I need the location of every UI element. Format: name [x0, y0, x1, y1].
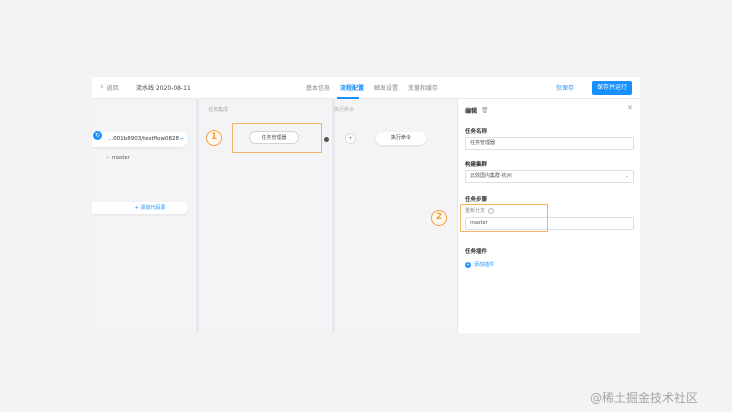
plugins-label: 任务插件 [465, 249, 488, 255]
save-only-button[interactable]: 仅保存 [556, 83, 574, 92]
cluster-label: 构建集群 [465, 162, 488, 168]
pipeline-title: 流水线 2020-08-11 [136, 85, 191, 92]
highlight-box-steps [460, 204, 548, 232]
panel-title: 编辑 [465, 108, 478, 115]
repo-name: ...001b8903/testflow0828 [108, 136, 179, 142]
column-divider [332, 99, 335, 333]
app-window: ‹ 返回 流水线 2020-08-11 基本信息 流程配置 触发设置 变量和缓存… [92, 77, 640, 333]
close-icon[interactable]: ✕ [627, 104, 633, 112]
refresh-icon[interactable]: ↻ [93, 131, 102, 140]
tab-flow-config[interactable]: 流程配置 [340, 83, 364, 92]
chevron-left-icon: ‹ [100, 82, 104, 92]
task-name-input[interactable]: 任务管理器 [465, 137, 634, 150]
branch-icon: ⑂ [106, 155, 110, 161]
step-badge-1: 1 [206, 130, 222, 146]
cluster-value: 云效国内集群-杭州 [470, 173, 512, 179]
cluster-select[interactable]: 云效国内集群-杭州 ⌄ [465, 170, 634, 183]
stage-label-integration: 任务集成 [208, 107, 229, 113]
task-card-exec[interactable]: 执行命令 [376, 132, 426, 145]
add-stage-button[interactable]: + [345, 133, 356, 144]
add-code-source-button[interactable]: + 添加代码源 [92, 202, 188, 214]
pipeline-canvas: 任务集成 执行命令 ...001b8903/testflow0828 ⑂ ↻ ⑂… [92, 99, 457, 333]
task-name-label: 任务名称 [465, 129, 488, 135]
connector-dot [324, 137, 329, 142]
watermark: @稀土掘金技术社区 [590, 391, 699, 405]
save-and-run-button[interactable]: 保存并运行 [592, 81, 632, 95]
chevron-down-icon: ⌄ [624, 173, 629, 179]
back-label: 返回 [106, 84, 119, 92]
add-source-label: 添加代码源 [140, 205, 166, 211]
code-source-card[interactable]: ...001b8903/testflow0828 ⑂ [92, 132, 188, 147]
trash-icon[interactable]: 🗑 [481, 107, 489, 114]
tab-trigger-settings[interactable]: 触发设置 [374, 83, 398, 92]
steps-label: 任务步骤 [465, 197, 488, 203]
branch-row: ⑂ master [106, 155, 130, 161]
top-bar: ‹ 返回 流水线 2020-08-11 基本信息 流程配置 触发设置 变量和缓存… [92, 77, 640, 99]
tab-bar: 基本信息 流程配置 触发设置 变量和缓存 [306, 83, 438, 92]
plus-circle-icon: + [465, 261, 471, 268]
stage-label-exec: 执行命令 [334, 107, 355, 113]
add-plugin-label: 添加插件 [474, 262, 495, 268]
back-button[interactable]: ‹ 返回 [100, 82, 119, 92]
plus-icon: + [134, 205, 139, 211]
step-badge-2: 2 [431, 210, 447, 226]
edit-panel: 编辑 🗑 ✕ 任务名称 任务管理器 构建集群 云效国内集群-杭州 ⌄ 任务步骤 … [431, 99, 640, 333]
task-card-manager[interactable]: 任务管理器 [249, 131, 299, 144]
branch-name: master [112, 155, 130, 161]
branch-icon: ⑂ [180, 136, 184, 143]
add-plugin-button[interactable]: + 添加插件 [465, 261, 494, 268]
tab-basic-info[interactable]: 基本信息 [306, 83, 330, 92]
tab-variables-cache[interactable]: 变量和缓存 [408, 83, 438, 92]
column-divider [196, 99, 199, 333]
panel-header: 编辑 🗑 [465, 106, 489, 115]
